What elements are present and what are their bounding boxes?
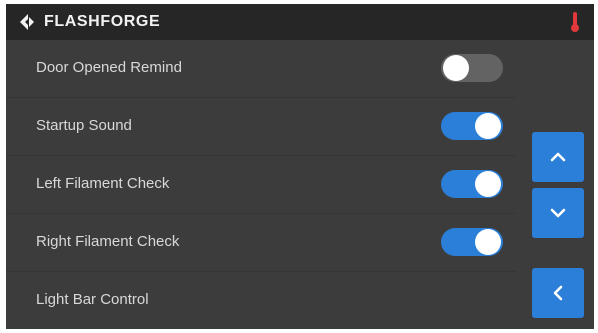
flashforge-logo-icon [20,14,34,30]
setting-row-light-bar-control[interactable]: Light Bar Control [6,272,516,329]
right-filament-check-toggle[interactable] [441,228,503,256]
thermometer-icon[interactable] [570,11,580,33]
toggle-knob [443,55,469,81]
setting-label: Left Filament Check [36,175,170,192]
toggle-knob [475,171,501,197]
setting-row-left-filament-check: Left Filament Check [6,156,516,214]
toggle-knob [475,229,501,255]
door-opened-remind-toggle[interactable] [441,54,503,82]
scroll-up-button[interactable] [532,132,584,182]
chevron-up-icon [550,152,566,162]
top-bar: FLASHFORGE [6,4,594,40]
scroll-down-button[interactable] [532,188,584,238]
setting-row-startup-sound: Startup Sound [6,98,516,156]
chevron-down-icon [550,208,566,218]
left-filament-check-toggle[interactable] [441,170,503,198]
setting-label: Door Opened Remind [36,59,182,76]
setting-label: Light Bar Control [36,291,149,308]
setting-label: Right Filament Check [36,233,180,250]
chevron-left-icon [553,285,563,301]
startup-sound-toggle[interactable] [441,112,503,140]
printer-screen: FLASHFORGE Door Opened Remind Startup So… [6,4,594,329]
setting-label: Startup Sound [36,117,132,134]
settings-list: Door Opened Remind Startup Sound Left Fi… [6,40,516,329]
setting-row-right-filament-check: Right Filament Check [6,214,516,272]
brand-name: FLASHFORGE [44,13,161,30]
setting-row-door-opened-remind: Door Opened Remind [6,40,516,98]
toggle-knob [475,113,501,139]
back-button[interactable] [532,268,584,318]
